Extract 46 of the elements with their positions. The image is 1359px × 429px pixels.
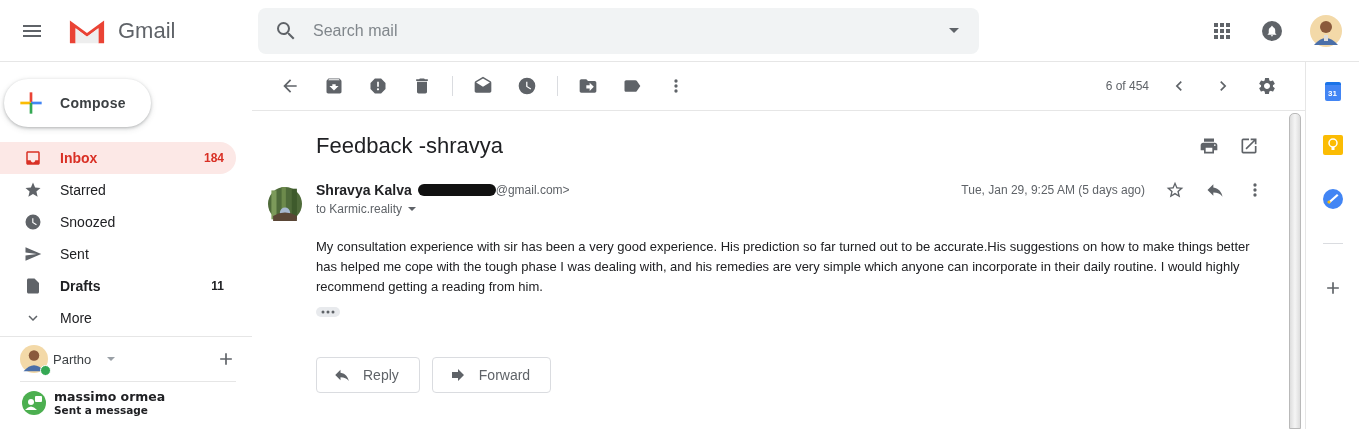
user-name[interactable]: Partho (53, 351, 92, 367)
nav-item[interactable]: Snoozed (0, 206, 236, 238)
check-circle-icon[interactable] (1322, 189, 1343, 209)
compose-button[interactable]: Compose (4, 79, 151, 127)
folder-arrow-icon[interactable] (578, 76, 598, 96)
nav-item[interactable]: More (0, 302, 236, 334)
chat-contact-icon (22, 390, 46, 415)
contact-name[interactable]: massimo ormea (54, 389, 166, 404)
plus-icon (19, 91, 43, 115)
open-new-window-icon[interactable] (1239, 136, 1259, 156)
document-icon (24, 277, 42, 295)
nav-item[interactable]: Sent (0, 238, 236, 270)
clock-icon[interactable] (517, 76, 537, 96)
nav-item[interactable]: Inbox 184 (0, 142, 236, 174)
scrollbar[interactable] (1289, 113, 1301, 429)
calendar-icon[interactable]: 31 (1324, 82, 1341, 101)
dropdown-caret-icon[interactable] (408, 207, 417, 211)
search-field[interactable]: Search mail (311, 20, 949, 41)
app-name: Gmail (118, 17, 177, 44)
clock-icon (24, 213, 42, 231)
contact-status: Sent a message (54, 404, 149, 416)
reply-button[interactable]: Reply (316, 357, 420, 393)
nav-item[interactable]: Drafts 11 (0, 270, 236, 302)
forward-button[interactable]: Forward (431, 357, 552, 393)
envelope-icon[interactable] (473, 76, 493, 96)
show-trimmed-content-icon[interactable] (316, 307, 340, 317)
message-date: Tue, Jan 29, 9:25 AM (5 days ago) (961, 183, 1145, 197)
email-subject: Feedback -shravya (316, 133, 504, 159)
message-body: My consultation experience with sir has been a very good experience. His prediction so far turned out to be accurate.His suggestions on how to make things better has helped me cope with the tough phase I was dealing with, and his remedies are very simple which anyone can incorporate in their daily routine. I would highly recommend getting a reading from him. (316, 238, 1251, 296)
dropdown-caret-icon[interactable] (949, 28, 959, 33)
star-icon[interactable] (1165, 180, 1185, 200)
settings-icon[interactable] (1257, 76, 1277, 96)
dropdown-caret-icon[interactable] (107, 357, 116, 361)
recipient: to Karmic.reality (316, 202, 403, 216)
star-icon (24, 181, 42, 199)
notification-bell-icon[interactable] (1260, 18, 1284, 43)
send-icon (24, 245, 42, 263)
sender-email: @gmail.com> (495, 183, 570, 197)
message-position: 6 of 454 (1105, 79, 1149, 93)
print-icon[interactable] (1199, 136, 1219, 156)
sender-name: Shravya Kalva (316, 182, 412, 198)
search-bar[interactable]: Search mail (258, 7, 979, 54)
archive-icon[interactable] (324, 76, 344, 96)
report-icon[interactable] (368, 76, 388, 96)
nav-item[interactable]: Starred (0, 174, 236, 206)
inbox-icon (24, 149, 42, 167)
